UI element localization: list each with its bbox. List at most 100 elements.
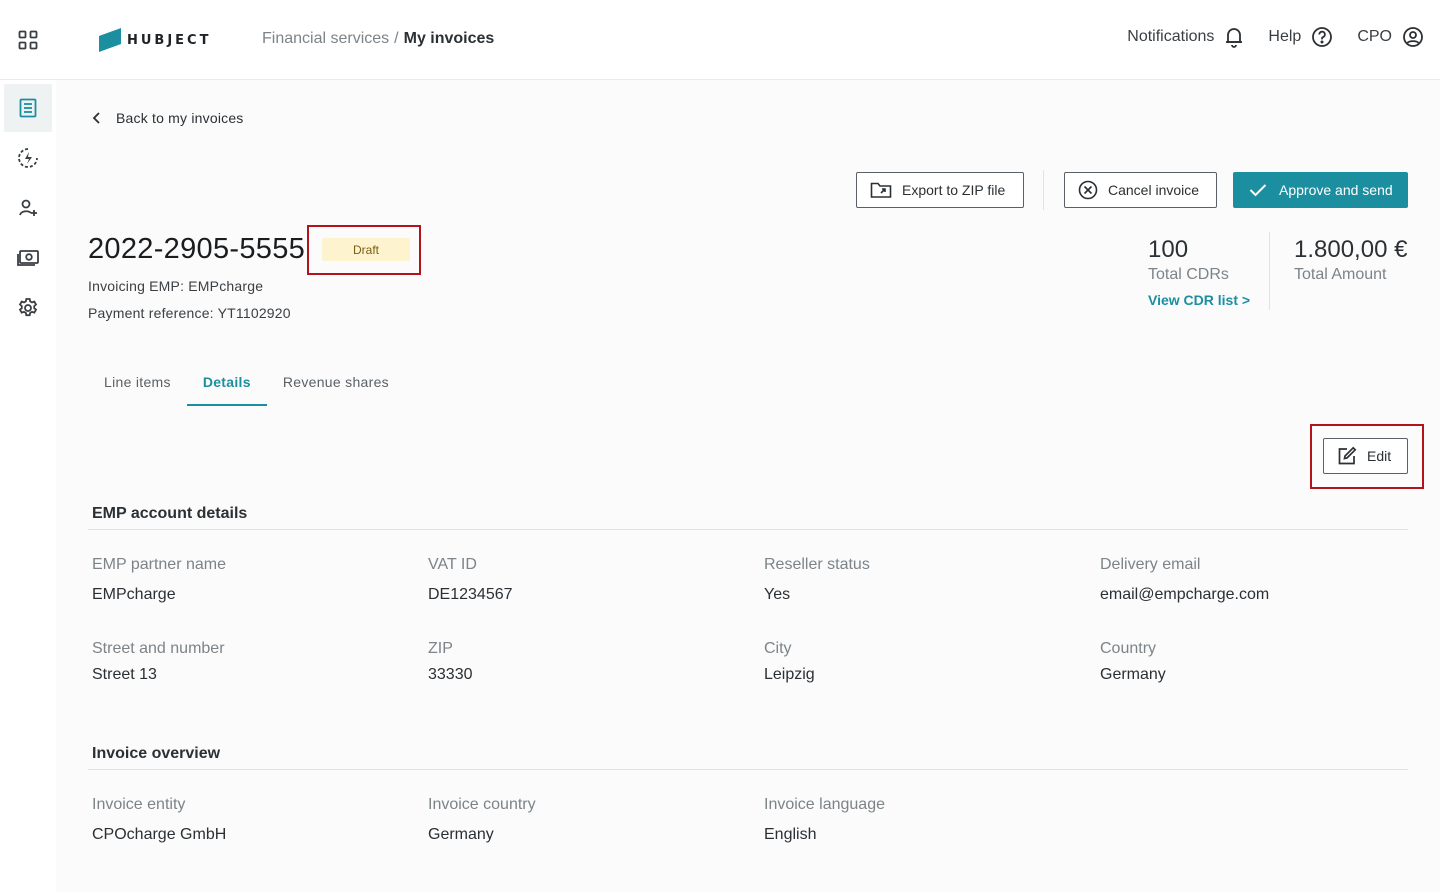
total-cdrs-value: 100 <box>1148 236 1189 263</box>
stats-divider <box>1269 232 1270 310</box>
help-button[interactable]: Help <box>1268 26 1333 48</box>
breadcrumb: Financial services / My invoices <box>262 30 494 48</box>
sidebar-item-invoices[interactable] <box>4 84 52 132</box>
field-label: Invoice language <box>764 796 885 813</box>
chevron-left-icon <box>92 112 100 124</box>
view-cdr-list-link[interactable]: View CDR list > <box>1148 292 1250 308</box>
sidebar-item-users[interactable] <box>4 184 52 232</box>
cancel-label: Cancel invoice <box>1108 182 1200 198</box>
field-label: EMP partner name <box>92 556 226 573</box>
breadcrumb-current: My invoices <box>403 30 495 47</box>
total-amount-label: Total Amount <box>1294 266 1387 283</box>
field-label: Street and number <box>92 640 225 657</box>
field-value: Leipzig <box>764 666 815 683</box>
help-circle-icon <box>1312 27 1333 47</box>
field-label: Country <box>1100 640 1157 657</box>
edit-button[interactable]: Edit <box>1323 438 1408 474</box>
top-bar: HUBJECT Financial services / My invoices… <box>0 0 1440 80</box>
field-delivery-email: Delivery email email@empcharge.com <box>1100 556 1269 604</box>
field-value: Street 13 <box>92 666 157 683</box>
edit-label: Edit <box>1367 448 1392 464</box>
user-avatar-icon <box>1403 27 1423 47</box>
field-city: City Leipzig <box>764 640 815 684</box>
field-value: 33330 <box>428 666 473 683</box>
field-label: City <box>764 640 792 657</box>
sidebar <box>0 80 56 892</box>
add-user-icon <box>19 199 37 216</box>
user-menu-button[interactable]: CPO <box>1357 26 1424 48</box>
notifications-button[interactable]: Notifications <box>1127 26 1244 48</box>
export-label: Export to ZIP file <box>902 182 1006 198</box>
field-country: Country Germany <box>1100 640 1166 684</box>
folder-export-icon <box>870 182 892 198</box>
actions-divider <box>1043 170 1044 210</box>
field-label: VAT ID <box>428 556 477 573</box>
field-street-and-number: Street and number Street 13 <box>92 640 225 684</box>
check-icon <box>1249 184 1267 197</box>
total-amount-stat: 1.800,00 € Total Amount <box>1294 236 1407 284</box>
invoice-list-icon <box>19 98 37 118</box>
status-badge: Draft <box>322 238 410 261</box>
sidebar-item-settings[interactable] <box>4 284 52 332</box>
field-value: EMPcharge <box>92 586 176 603</box>
sidebar-item-finance[interactable] <box>4 234 52 282</box>
field-label: ZIP <box>428 640 453 657</box>
logo-mark-icon <box>99 28 121 52</box>
field-zip: ZIP 33330 <box>428 640 473 684</box>
export-zip-button[interactable]: Export to ZIP file <box>856 172 1024 208</box>
tab-revenue-shares[interactable]: Revenue shares <box>267 362 405 406</box>
invoice-id: 2022-2905-5555 <box>88 233 306 265</box>
invoice-tabs: Line items Details Revenue shares <box>88 362 405 406</box>
user-label: CPO <box>1357 28 1392 45</box>
breadcrumb-root[interactable]: Financial services <box>262 30 389 48</box>
hubject-logo[interactable]: HUBJECT <box>99 28 211 52</box>
money-icon <box>17 250 39 266</box>
edit-pencil-icon <box>1338 446 1357 465</box>
field-label: Invoice entity <box>92 796 186 813</box>
field-invoice-language: Invoice language English <box>764 796 885 844</box>
notifications-label: Notifications <box>1127 28 1215 45</box>
emp-section-title: EMP account details <box>92 505 248 522</box>
field-label: Reseller status <box>764 556 870 573</box>
overview-section-divider <box>88 769 1408 770</box>
payment-reference: Payment reference: YT1102920 <box>88 305 291 321</box>
field-value: Yes <box>764 586 791 603</box>
tab-line-items[interactable]: Line items <box>88 362 187 406</box>
invoicing-emp: Invoicing EMP: EMPcharge <box>88 278 264 294</box>
field-emp-partner-name: EMP partner name EMPcharge <box>92 556 226 604</box>
field-invoice-country: Invoice country Germany <box>428 796 536 844</box>
logo-text: HUBJECT <box>127 32 212 48</box>
field-label: Delivery email <box>1100 556 1201 573</box>
approve-and-send-button[interactable]: Approve and send <box>1233 172 1408 208</box>
approve-label: Approve and send <box>1279 182 1393 198</box>
help-label: Help <box>1268 28 1302 45</box>
main-content: Back to my invoices Export to ZIP file C… <box>56 80 1440 892</box>
total-amount-value: 1.800,00 € <box>1294 236 1408 263</box>
overview-section-title: Invoice overview <box>92 745 221 762</box>
field-value: Germany <box>428 826 494 843</box>
bell-icon <box>1226 28 1243 48</box>
close-circle-icon <box>1078 180 1098 200</box>
field-value: Germany <box>1100 666 1166 683</box>
app-grid-icon[interactable] <box>18 30 38 50</box>
field-vat-id: VAT ID DE1234567 <box>428 556 513 604</box>
back-link-label: Back to my invoices <box>116 110 244 126</box>
top-nav: Notifications Help CPO <box>1103 26 1424 48</box>
field-reseller-status: Reseller status Yes <box>764 556 870 604</box>
total-cdrs-stat: 100 Total CDRs View CDR list > <box>1148 236 1250 308</box>
sidebar-item-charging[interactable] <box>4 134 52 182</box>
tab-details[interactable]: Details <box>186 362 267 406</box>
charging-lightning-icon <box>18 148 38 168</box>
field-value: DE1234567 <box>428 586 513 603</box>
field-value: CPOcharge GmbH <box>92 826 227 843</box>
gear-icon <box>18 298 38 317</box>
field-label: Invoice country <box>428 796 536 813</box>
field-value: email@empcharge.com <box>1100 586 1270 603</box>
total-cdrs-label: Total CDRs <box>1148 266 1229 283</box>
field-invoice-entity: Invoice entity CPOcharge GmbH <box>92 796 226 844</box>
emp-section-divider <box>88 529 1408 530</box>
back-to-invoices-link[interactable]: Back to my invoices <box>92 110 244 126</box>
cancel-invoice-button[interactable]: Cancel invoice <box>1064 172 1217 208</box>
breadcrumb-separator: / <box>394 30 399 47</box>
field-value: English <box>764 826 817 843</box>
